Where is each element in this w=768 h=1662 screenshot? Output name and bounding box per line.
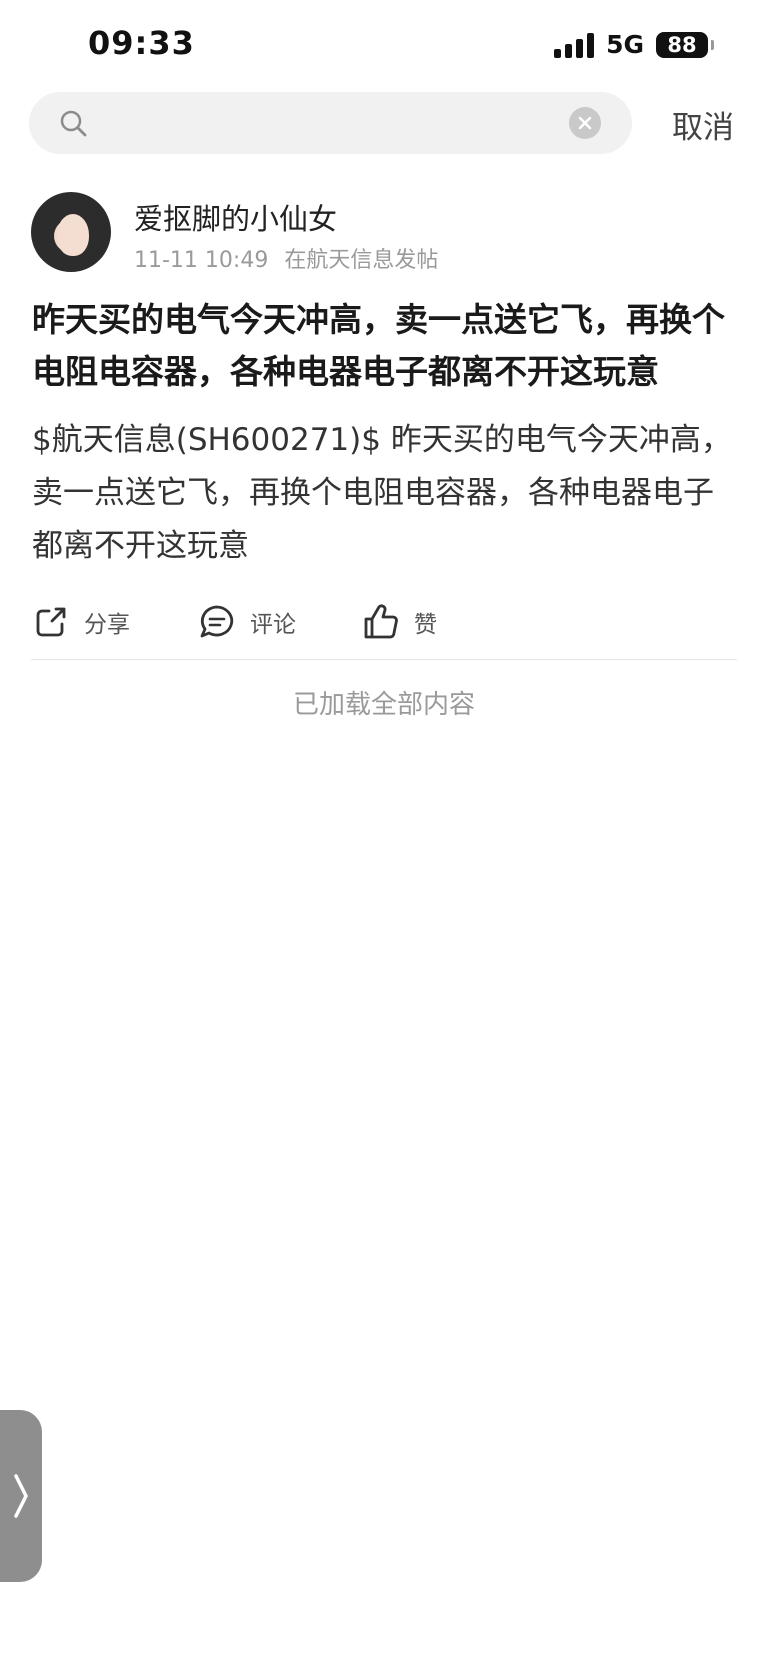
- search-input[interactable]: [103, 102, 547, 146]
- action-bar: 分享 评论 赞: [32, 597, 742, 647]
- comment-icon: [200, 605, 234, 638]
- screen: 09:33 5G 88 取消 爱抠脚的小仙女 11-11 10:49 在航天信息…: [0, 0, 768, 1662]
- loaded-all-note: 已加载全部内容: [292, 690, 475, 720]
- status-indicators: 5G 88: [554, 30, 714, 59]
- post-title[interactable]: 昨天买的电气今天冲高，卖一点送它飞，再换个电阻电容器，各种电器电子都离不开这玩意: [32, 294, 732, 398]
- search-icon: [59, 109, 87, 137]
- post-meta: 11-11 10:49 在航天信息发帖: [134, 242, 438, 274]
- network-label: 5G: [606, 30, 644, 59]
- post-date: 11-11 10:49: [134, 248, 269, 273]
- side-drawer-handle[interactable]: [0, 1410, 42, 1582]
- share-label: 分享: [84, 612, 130, 638]
- post-body[interactable]: $航天信息(SH600271)$ 昨天买的电气今天冲高，卖一点送它飞，再换个电阻…: [32, 414, 738, 573]
- status-bar: 09:33 5G 88: [0, 0, 768, 86]
- signal-icon: [554, 32, 595, 58]
- battery-icon: 88: [656, 31, 714, 58]
- author-name[interactable]: 爱抠脚的小仙女: [134, 196, 337, 238]
- avatar-face: [57, 214, 89, 256]
- status-time: 09:33: [88, 24, 195, 62]
- post-source[interactable]: 在航天信息发帖: [284, 248, 438, 273]
- divider: [31, 659, 737, 660]
- like-button[interactable]: 赞: [362, 597, 437, 647]
- share-button[interactable]: 分享: [32, 597, 130, 647]
- search-row: 取消: [0, 92, 768, 156]
- avatar[interactable]: [31, 192, 111, 272]
- clear-icon[interactable]: [569, 107, 601, 139]
- like-label: 赞: [414, 612, 437, 638]
- cancel-button[interactable]: 取消: [672, 102, 734, 147]
- comment-label: 评论: [250, 612, 296, 638]
- chevron-right-icon: [14, 1474, 28, 1518]
- share-icon: [36, 607, 66, 637]
- thumbs-up-icon: [364, 604, 398, 639]
- search-box[interactable]: [29, 92, 632, 154]
- comment-button[interactable]: 评论: [198, 597, 296, 647]
